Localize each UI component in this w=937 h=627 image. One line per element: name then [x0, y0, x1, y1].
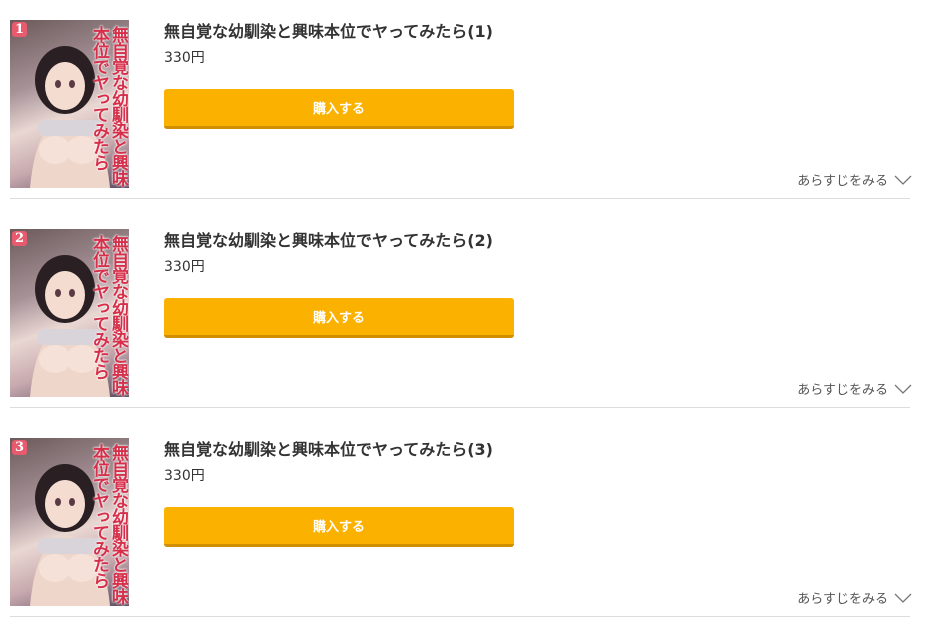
volume-badge: 1 [12, 22, 28, 37]
cover-image[interactable]: 3 無自覚な幼馴染と興味本位でヤってみたら [10, 438, 129, 606]
price: 330円 [164, 468, 205, 484]
volume-badge: 2 [12, 231, 28, 246]
divider [10, 616, 910, 617]
cover-title: 無自覚な幼馴染と興味本位でヤってみたら [89, 235, 128, 395]
synopsis-label: あらすじをみる [797, 592, 888, 607]
list-item: 1 無自覚な幼馴染と興味本位でヤってみたら 無自覚な幼馴染と興味本位でヤってみた… [0, 0, 937, 209]
synopsis-toggle[interactable]: あらすじをみる [797, 588, 912, 607]
product-title[interactable]: 無自覚な幼馴染と興味本位でヤってみたら(2) [164, 229, 493, 253]
list-item: 3 無自覚な幼馴染と興味本位でヤってみたら 無自覚な幼馴染と興味本位でヤってみた… [0, 418, 937, 627]
synopsis-label: あらすじをみる [797, 383, 888, 398]
cover-image[interactable]: 2 無自覚な幼馴染と興味本位でヤってみたら [10, 229, 129, 397]
product-list: 1 無自覚な幼馴染と興味本位でヤってみたら 無自覚な幼馴染と興味本位でヤってみた… [0, 0, 937, 627]
divider [10, 407, 910, 408]
chevron-down-icon [894, 593, 912, 603]
buy-button[interactable]: 購入する [164, 298, 514, 338]
list-item: 2 無自覚な幼馴染と興味本位でヤってみたら 無自覚な幼馴染と興味本位でヤってみた… [0, 209, 937, 418]
cover-title: 無自覚な幼馴染と興味本位でヤってみたら [89, 26, 128, 186]
chevron-down-icon [894, 384, 912, 394]
product-title[interactable]: 無自覚な幼馴染と興味本位でヤってみたら(1) [164, 20, 493, 44]
cover-image[interactable]: 1 無自覚な幼馴染と興味本位でヤってみたら [10, 20, 129, 188]
chevron-down-icon [894, 175, 912, 185]
price: 330円 [164, 259, 205, 275]
synopsis-toggle[interactable]: あらすじをみる [797, 170, 912, 189]
product-title[interactable]: 無自覚な幼馴染と興味本位でヤってみたら(3) [164, 438, 493, 462]
buy-button[interactable]: 購入する [164, 507, 514, 547]
buy-button[interactable]: 購入する [164, 89, 514, 129]
synopsis-toggle[interactable]: あらすじをみる [797, 379, 912, 398]
divider [10, 198, 910, 199]
synopsis-label: あらすじをみる [797, 174, 888, 189]
volume-badge: 3 [12, 440, 28, 455]
cover-title: 無自覚な幼馴染と興味本位でヤってみたら [89, 444, 128, 604]
price: 330円 [164, 50, 205, 66]
